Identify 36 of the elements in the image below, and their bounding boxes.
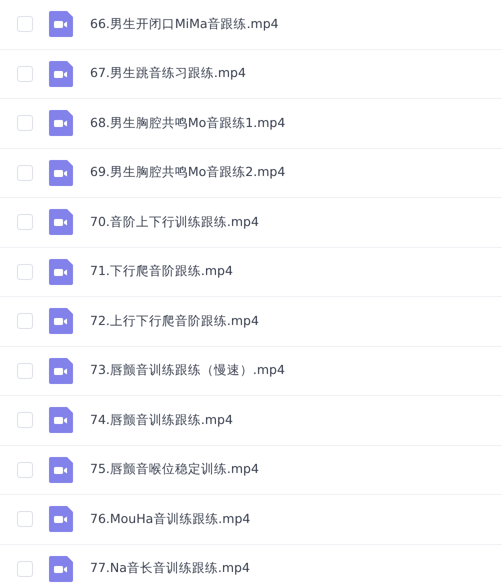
file-name[interactable]: 71.下行爬音阶跟练.mp4 xyxy=(90,263,233,280)
checkbox[interactable] xyxy=(17,164,33,181)
file-name[interactable]: 70.音阶上下行训练跟练.mp4 xyxy=(90,214,259,231)
video-file-icon xyxy=(49,11,73,38)
checkbox[interactable] xyxy=(17,214,33,230)
file-name[interactable]: 67.男生跳音练习跟练.mp4 xyxy=(90,65,246,82)
checkbox[interactable] xyxy=(17,412,33,428)
video-file-icon xyxy=(49,209,73,236)
video-file-icon xyxy=(49,258,73,285)
checkbox[interactable] xyxy=(17,511,33,528)
video-file-icon xyxy=(49,456,73,483)
checkbox[interactable] xyxy=(17,115,33,132)
file-name[interactable]: 77.Na音长音训练跟练.mp4 xyxy=(90,560,250,578)
file-name[interactable]: 74.唇颤音训练跟练.mp4 xyxy=(90,412,233,429)
file-name[interactable]: 73.唇颤音训练跟练（慢速）.mp4 xyxy=(90,362,285,380)
file-name[interactable]: 76.MouHa音训练跟练.mp4 xyxy=(90,510,250,528)
file-name[interactable]: 75.唇颤音喉位稳定训练.mp4 xyxy=(90,461,259,478)
checkbox[interactable] xyxy=(17,264,33,280)
video-file-icon xyxy=(49,110,73,136)
video-file-icon xyxy=(49,506,73,532)
file-name[interactable]: 72.上行下行爬音阶跟练.mp4 xyxy=(90,312,259,330)
checkbox[interactable] xyxy=(17,313,33,330)
file-name[interactable]: 66.男生开闭口MiMa音跟练.mp4 xyxy=(90,16,279,33)
checkbox[interactable] xyxy=(17,560,33,577)
checkbox[interactable] xyxy=(17,362,33,379)
checkbox[interactable] xyxy=(17,16,33,32)
video-file-icon xyxy=(49,308,73,334)
checkbox[interactable] xyxy=(17,66,33,82)
video-file-icon xyxy=(49,60,73,87)
video-file-icon xyxy=(49,556,73,582)
video-file-icon xyxy=(49,407,73,434)
video-file-icon xyxy=(49,160,73,186)
file-name[interactable]: 69.男生胸腔共鸣Mo音跟练2.mp4 xyxy=(90,164,286,182)
video-file-icon xyxy=(49,358,73,384)
checkbox[interactable] xyxy=(17,462,33,478)
file-name[interactable]: 68.男生胸腔共鸣Mo音跟练1.mp4 xyxy=(90,114,286,132)
